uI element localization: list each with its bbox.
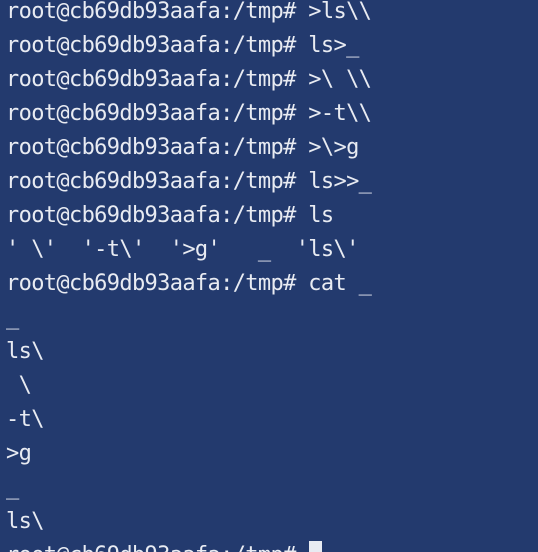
terminal-line: root@cb69db93aafa:/tmp# ls>_	[6, 33, 359, 58]
cursor-block	[309, 541, 323, 552]
terminal-line: root@cb69db93aafa:/tmp# >\>g	[6, 135, 359, 160]
terminal-line: _	[6, 305, 19, 330]
terminal-line: root@cb69db93aafa:/tmp# >-t\\	[6, 101, 372, 126]
terminal-line: ls\	[6, 509, 44, 534]
terminal-line: root@cb69db93aafa:/tmp# cat _	[6, 271, 372, 296]
terminal-window[interactable]: root@cb69db93aafa:/tmp# >ls\\ root@cb69d…	[0, 0, 538, 552]
terminal-line: root@cb69db93aafa:/tmp# >ls\\	[6, 0, 372, 24]
terminal-prompt-line[interactable]: root@cb69db93aafa:/tmp#	[6, 539, 371, 552]
terminal-line: -t\	[6, 407, 44, 432]
terminal-line: root@cb69db93aafa:/tmp# >\ \\	[6, 67, 372, 92]
prompt-text: root@cb69db93aafa:/tmp#	[6, 543, 308, 552]
terminal-line: >g	[6, 441, 32, 466]
terminal-line: root@cb69db93aafa:/tmp# ls>>_	[6, 169, 372, 194]
terminal-line: root@cb69db93aafa:/tmp# ls	[6, 203, 334, 228]
terminal-line: _	[6, 475, 19, 500]
terminal-line: \	[6, 373, 32, 398]
terminal-line: ls\	[6, 339, 44, 364]
terminal-line: ' \' '-t\' '>g' _ 'ls\'	[6, 237, 359, 262]
terminal-output: root@cb69db93aafa:/tmp# >ls\\ root@cb69d…	[6, 0, 372, 552]
